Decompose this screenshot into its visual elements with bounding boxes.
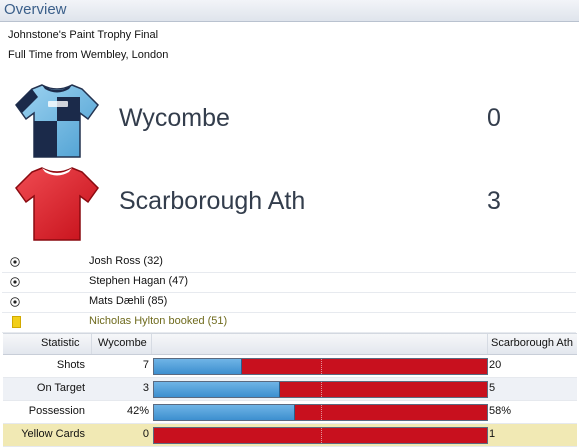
comparison-bar	[153, 381, 488, 398]
event-text[interactable]: Nicholas Hylton booked (51)	[89, 315, 227, 327]
comparison-bar	[153, 404, 488, 421]
home-team-score: 0	[487, 104, 501, 132]
goal-ball-icon	[10, 297, 20, 307]
stats-row-on-target: On Target 3 5	[3, 378, 577, 401]
away-stat-value: 5	[489, 382, 496, 394]
header-statistic[interactable]: Statistic	[41, 337, 80, 349]
overview-header: Overview	[0, 0, 579, 22]
stats-row-shots: Shots 7 20	[3, 355, 577, 378]
away-stat-value: 1	[489, 428, 496, 440]
home-shirt-icon	[15, 84, 99, 158]
header-home-team[interactable]: Wycombe	[98, 337, 147, 349]
home-stat-value: 42%	[126, 405, 149, 417]
event-row: Josh Ross (32)	[2, 252, 576, 273]
away-team-name[interactable]: Scarborough Ath	[119, 187, 305, 216]
stat-label: Yellow Cards	[21, 428, 85, 440]
stat-label: Shots	[56, 359, 85, 371]
stat-label: Possession	[28, 405, 85, 417]
away-shirt-icon	[15, 167, 99, 241]
comparison-bar	[153, 358, 488, 375]
home-stat-value: 7	[142, 359, 149, 371]
goal-ball-icon	[10, 277, 20, 287]
event-row: Nicholas Hylton booked (51)	[2, 312, 576, 333]
home-team-name[interactable]: Wycombe	[119, 104, 230, 133]
home-bar-fill	[154, 405, 295, 420]
header-away-team[interactable]: Scarborough Ath	[491, 337, 573, 349]
away-team-score: 3	[487, 187, 501, 215]
event-row: Mats Dæhli (85)	[2, 292, 576, 313]
goal-ball-icon	[10, 257, 20, 267]
home-bar-fill	[154, 359, 242, 374]
away-stat-value: 58%	[489, 405, 512, 417]
match-status: Full Time from Wembley, London	[8, 49, 169, 61]
home-stat-value: 0	[142, 428, 149, 440]
event-text[interactable]: Stephen Hagan (47)	[89, 275, 188, 287]
stats-header-row: Statistic Wycombe Scarborough Ath	[3, 333, 577, 355]
event-row: Stephen Hagan (47)	[2, 272, 576, 293]
home-bar-fill	[154, 382, 280, 397]
stat-label: On Target	[36, 382, 85, 394]
match-stats-table: Statistic Wycombe Scarborough Ath Shots …	[3, 333, 577, 447]
event-text[interactable]: Mats Dæhli (85)	[89, 295, 167, 307]
home-stat-value: 3	[142, 382, 149, 394]
yellow-card-icon	[12, 316, 21, 328]
panel-title: Overview	[4, 1, 67, 18]
stats-row-possession: Possession 42% 58%	[3, 401, 577, 424]
comparison-bar	[153, 427, 488, 444]
away-stat-value: 20	[489, 359, 502, 371]
event-text[interactable]: Josh Ross (32)	[89, 255, 163, 267]
competition-label: Johnstone's Paint Trophy Final	[8, 29, 159, 41]
